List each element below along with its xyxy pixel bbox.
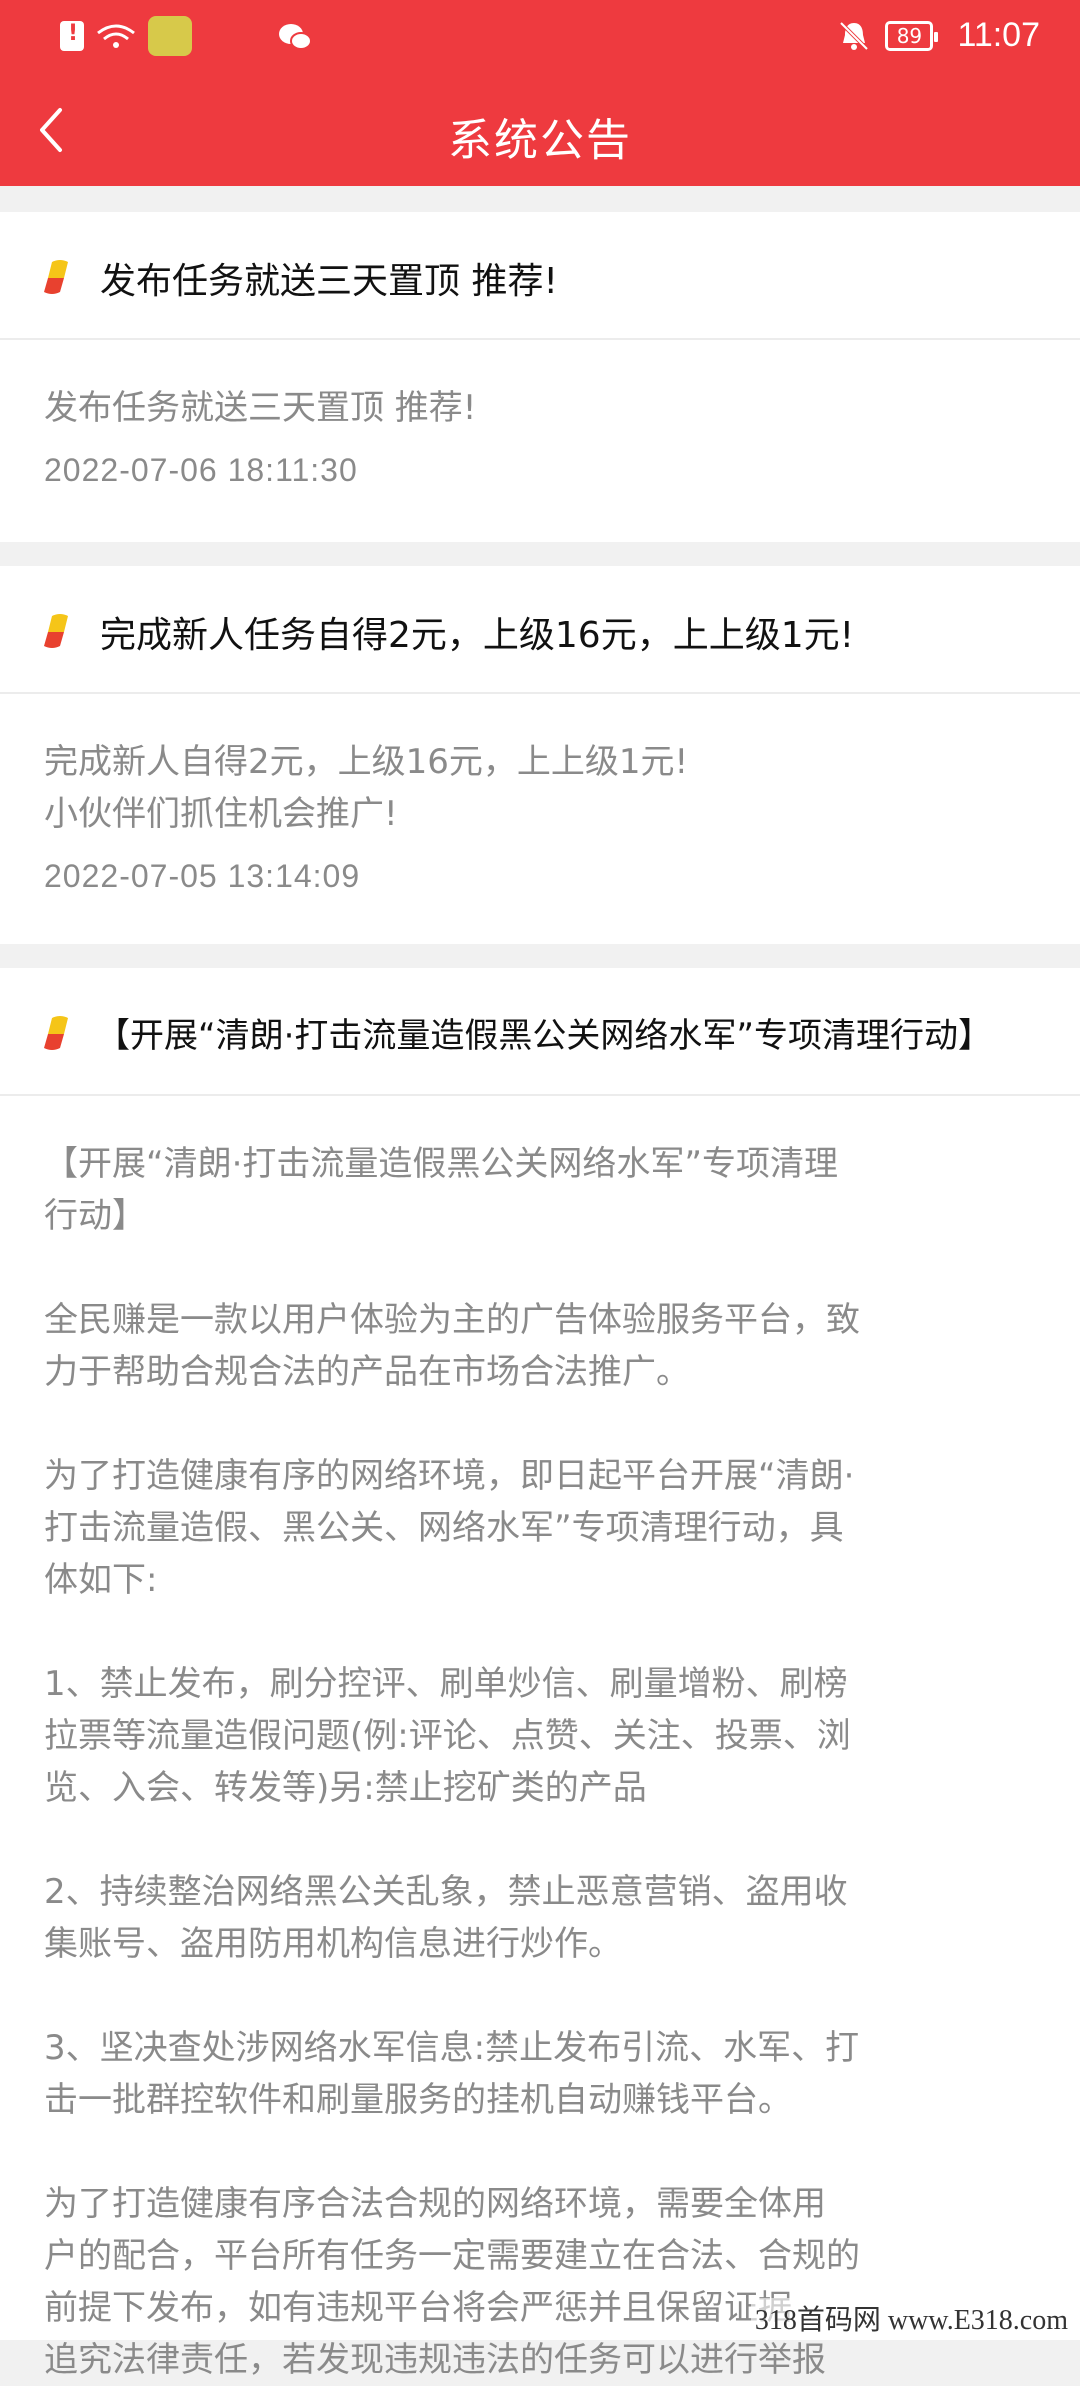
- flag-icon: [44, 1016, 68, 1050]
- wifi-icon: [97, 24, 135, 48]
- battery-icon: 89: [885, 20, 939, 51]
- status-bar: 89 11:07: [0, 0, 1080, 80]
- notice-card[interactable]: 发布任务就送三天置顶 推荐! 发布任务就送三天置顶 推荐! 2022-07-06…: [0, 212, 1080, 542]
- page-title: 系统公告: [448, 115, 632, 166]
- status-left: [60, 16, 192, 56]
- status-right: 89 11:07: [837, 16, 1040, 55]
- notice-date: 2022-07-06 18:11:30: [44, 452, 358, 488]
- notice-content: 完成新人自得2元，上级16元，上上级1元! 小伙伴们抓住机会推广!: [44, 742, 689, 834]
- sim-alert-icon: [60, 21, 84, 51]
- watermark: 318首码网 www.E318.com: [750, 2298, 1072, 2338]
- notice-title: 【开展“清朗·打击流量造假黑公关网络水军”专项清理行动】: [96, 1016, 993, 1056]
- notice-card[interactable]: 【开展“清朗·打击流量造假黑公关网络水军”专项清理行动】 【开展“清朗·打击流量…: [0, 968, 1080, 2380]
- notice-body: 【开展“清朗·打击流量造假黑公关网络水军”专项清理 行动】 全民赚是一款以用户体…: [0, 1096, 1080, 2386]
- notice-date: 2022-07-05 13:14:09: [44, 858, 361, 894]
- notice-body: 完成新人自得2元，上级16元，上上级1元! 小伙伴们抓住机会推广! 2022-0…: [0, 694, 1080, 895]
- status-time: 11:07: [957, 16, 1040, 54]
- notice-content: 【开展“清朗·打击流量造假黑公关网络水军”专项清理 行动】 全民赚是一款以用户体…: [44, 1144, 860, 2380]
- notice-header: 发布任务就送三天置顶 推荐!: [0, 212, 1080, 340]
- notice-title: 发布任务就送三天置顶 推荐!: [100, 261, 558, 302]
- battery-level: 89: [896, 23, 923, 48]
- notice-title: 完成新人任务自得2元，上级16元，上上级1元!: [100, 615, 855, 656]
- notice-body: 发布任务就送三天置顶 推荐! 2022-07-06 18:11:30: [0, 340, 1080, 489]
- app-icon: [148, 16, 192, 56]
- notice-card[interactable]: 完成新人任务自得2元，上级16元，上上级1元! 完成新人自得2元，上级16元，上…: [0, 566, 1080, 944]
- wechat-icon: [279, 24, 312, 50]
- notice-content: 发布任务就送三天置顶 推荐!: [44, 388, 477, 428]
- flag-icon: [44, 614, 68, 648]
- notice-header: 【开展“清朗·打击流量造假黑公关网络水军”专项清理行动】: [0, 968, 1080, 1096]
- flag-icon: [44, 260, 68, 294]
- mute-bell-icon: [840, 21, 869, 50]
- app-header: 89 11:07 系统公告: [0, 0, 1080, 186]
- notice-header: 完成新人任务自得2元，上级16元，上上级1元!: [0, 566, 1080, 694]
